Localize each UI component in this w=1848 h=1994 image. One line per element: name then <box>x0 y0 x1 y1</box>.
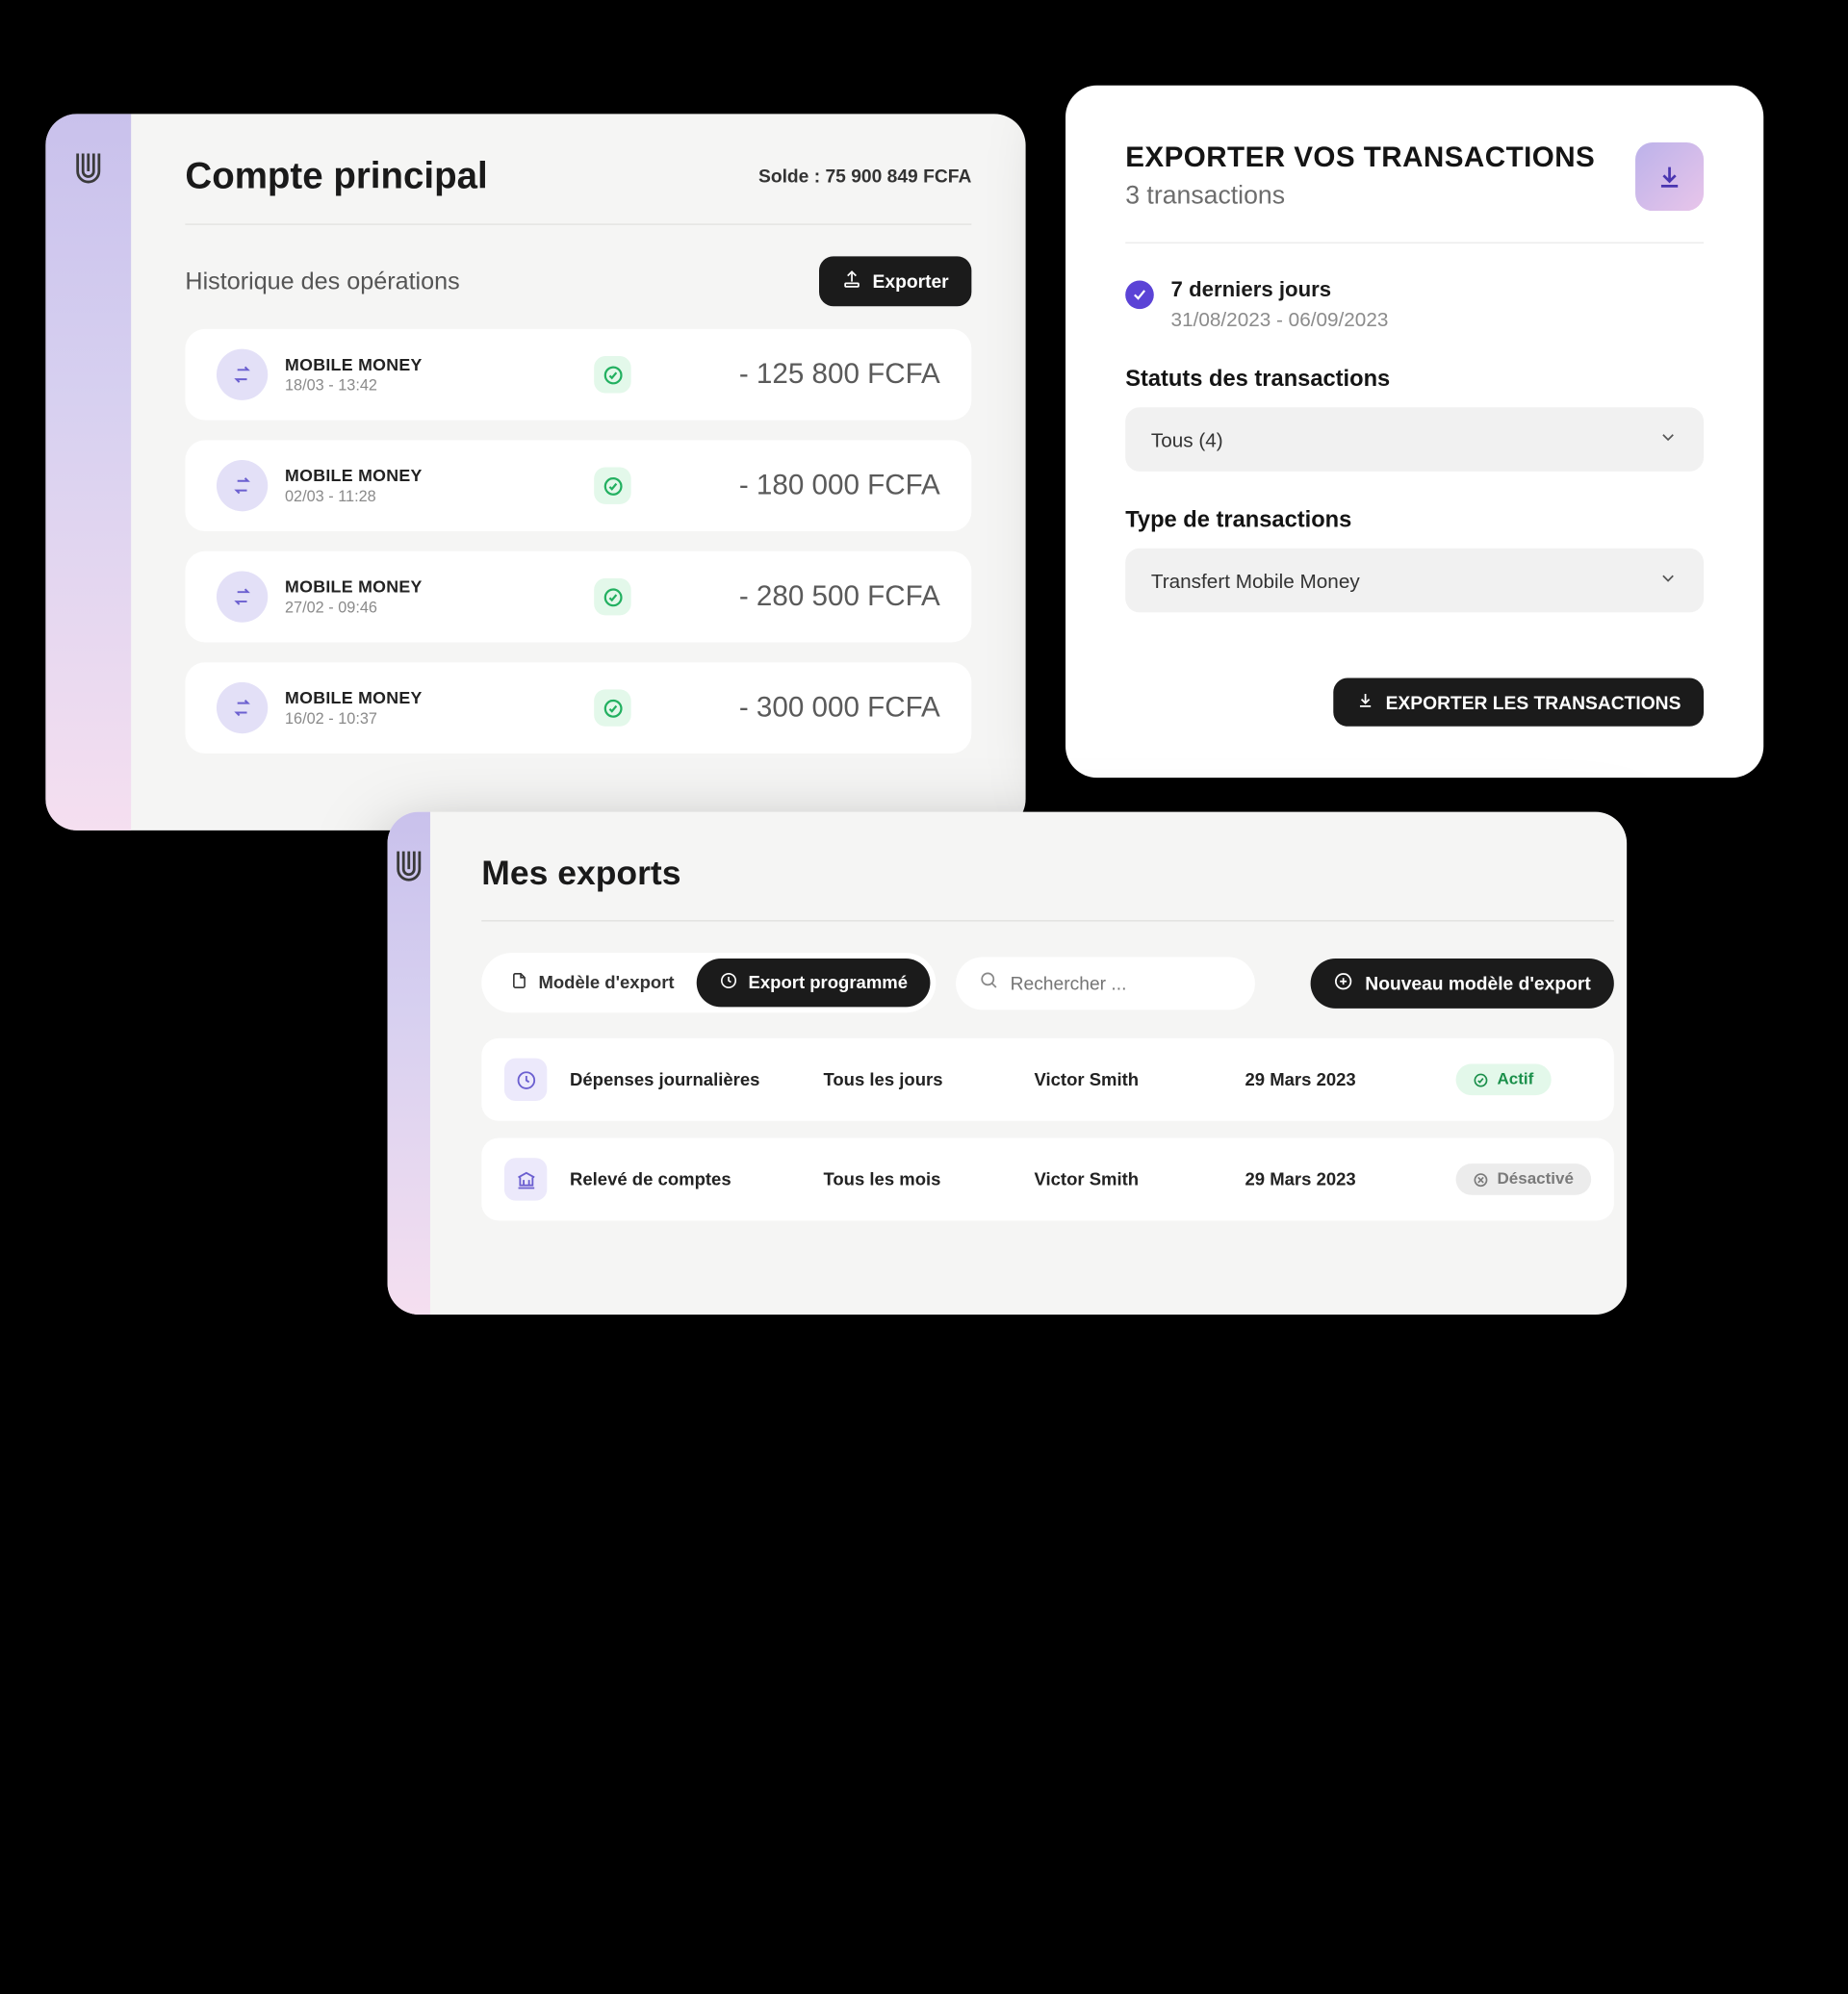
export-subtitle: 3 transactions <box>1125 181 1595 211</box>
account-card: Compte principal Solde : 75 900 849 FCFA… <box>45 114 1025 830</box>
operation-row[interactable]: MOBILE MONEY 02/03 - 11:28 - 180 000 FCFA <box>185 440 971 531</box>
operation-type: MOBILE MONEY <box>285 576 584 597</box>
export-name: Relevé de comptes <box>570 1169 812 1189</box>
sidebar <box>45 114 131 830</box>
search-box[interactable] <box>956 957 1255 1010</box>
export-transactions-button[interactable]: EXPORTER LES TRANSACTIONS <box>1333 677 1704 726</box>
tab-model[interactable]: Modèle d'export <box>487 959 697 1007</box>
export-name: Dépenses journalières <box>570 1069 812 1089</box>
download-icon <box>1356 691 1374 714</box>
operation-amount: - 180 000 FCFA <box>641 470 940 502</box>
operation-row[interactable]: MOBILE MONEY 16/02 - 10:37 - 300 000 FCFA <box>185 662 971 754</box>
tab-schedule-label: Export programmé <box>749 973 909 993</box>
plus-circle-icon <box>1334 971 1354 995</box>
history-title: Historique des opérations <box>185 268 459 296</box>
tab-group: Modèle d'export Export programmé <box>481 953 936 1012</box>
type-select-value: Transfert Mobile Money <box>1151 569 1360 592</box>
export-button[interactable]: Exporter <box>818 256 971 306</box>
account-title: Compte principal <box>185 154 487 198</box>
type-field-label: Type de transactions <box>1125 508 1704 534</box>
operation-date: 02/03 - 11:28 <box>285 489 584 506</box>
status-select[interactable]: Tous (4) <box>1125 407 1704 472</box>
logo-icon <box>388 846 430 1315</box>
status-badge: Actif <box>1456 1064 1552 1096</box>
period-label: 7 derniers jours <box>1171 278 1389 302</box>
period-range: 31/08/2023 - 06/09/2023 <box>1171 308 1389 331</box>
status-success-icon <box>594 467 630 503</box>
export-icon <box>841 269 861 294</box>
operation-type: MOBILE MONEY <box>285 355 584 375</box>
exports-list-card: Mes exports Modèle d'export Export progr… <box>388 812 1628 1315</box>
export-row[interactable]: Relevé de comptes Tous les mois Victor Smi… <box>481 1138 1613 1221</box>
new-export-model-label: Nouveau modèle d'export <box>1365 972 1590 993</box>
operation-row[interactable]: MOBILE MONEY 18/03 - 13:42 - 125 800 FCFA <box>185 329 971 421</box>
account-balance: Solde : 75 900 849 FCFA <box>758 166 971 187</box>
export-button-label: Exporter <box>873 270 949 292</box>
operation-type: MOBILE MONEY <box>285 688 584 708</box>
export-owner: Victor Smith <box>1034 1069 1233 1089</box>
logo-icon <box>67 148 110 831</box>
export-frequency: Tous les mois <box>823 1169 1022 1189</box>
operation-amount: - 125 800 FCFA <box>641 358 940 391</box>
operation-amount: - 280 500 FCFA <box>641 580 940 613</box>
clock-icon <box>720 971 738 994</box>
operation-date: 18/03 - 13:42 <box>285 377 584 395</box>
file-icon <box>510 971 528 994</box>
status-badge: Désactivé <box>1456 1163 1591 1195</box>
search-input[interactable] <box>1011 972 1233 993</box>
export-title: EXPORTER VOS TRANSACTIONS <box>1125 142 1595 175</box>
new-export-model-button[interactable]: Nouveau modèle d'export <box>1311 958 1613 1008</box>
export-card: EXPORTER VOS TRANSACTIONS 3 transactions… <box>1065 86 1763 778</box>
bank-icon <box>504 1158 547 1200</box>
type-select[interactable]: Transfert Mobile Money <box>1125 549 1704 613</box>
checkmark-icon <box>1125 281 1154 310</box>
status-select-value: Tous (4) <box>1151 428 1223 451</box>
export-row[interactable]: Dépenses journalières Tous les jours Victo… <box>481 1038 1613 1121</box>
operation-date: 27/02 - 09:46 <box>285 600 584 617</box>
status-success-icon <box>594 689 630 726</box>
transfer-icon <box>217 349 268 400</box>
operation-amount: - 300 000 FCFA <box>641 692 940 725</box>
status-success-icon <box>594 356 630 393</box>
export-transactions-label: EXPORTER LES TRANSACTIONS <box>1386 692 1681 713</box>
search-icon <box>979 969 999 996</box>
sidebar <box>388 812 430 1315</box>
tab-model-label: Modèle d'export <box>538 973 674 993</box>
export-date: 29 Mars 2023 <box>1245 1169 1445 1189</box>
exports-list-title: Mes exports <box>481 855 1613 922</box>
export-frequency: Tous les jours <box>823 1069 1022 1089</box>
status-field-label: Statuts des transactions <box>1125 368 1704 394</box>
chevron-down-icon <box>1658 427 1679 451</box>
transfer-icon <box>217 460 268 511</box>
export-owner: Victor Smith <box>1034 1169 1233 1189</box>
transfer-icon <box>217 682 268 733</box>
period-option[interactable]: 7 derniers jours 31/08/2023 - 06/09/2023 <box>1125 278 1704 331</box>
tab-schedule[interactable]: Export programmé <box>697 959 930 1007</box>
chevron-down-icon <box>1658 569 1679 593</box>
operation-date: 16/02 - 10:37 <box>285 711 584 729</box>
transfer-icon <box>217 571 268 622</box>
operation-type: MOBILE MONEY <box>285 466 584 486</box>
download-icon[interactable] <box>1635 142 1704 211</box>
status-success-icon <box>594 578 630 615</box>
clock-icon <box>504 1059 547 1101</box>
export-date: 29 Mars 2023 <box>1245 1069 1445 1089</box>
operation-row[interactable]: MOBILE MONEY 27/02 - 09:46 - 280 500 FCFA <box>185 551 971 643</box>
